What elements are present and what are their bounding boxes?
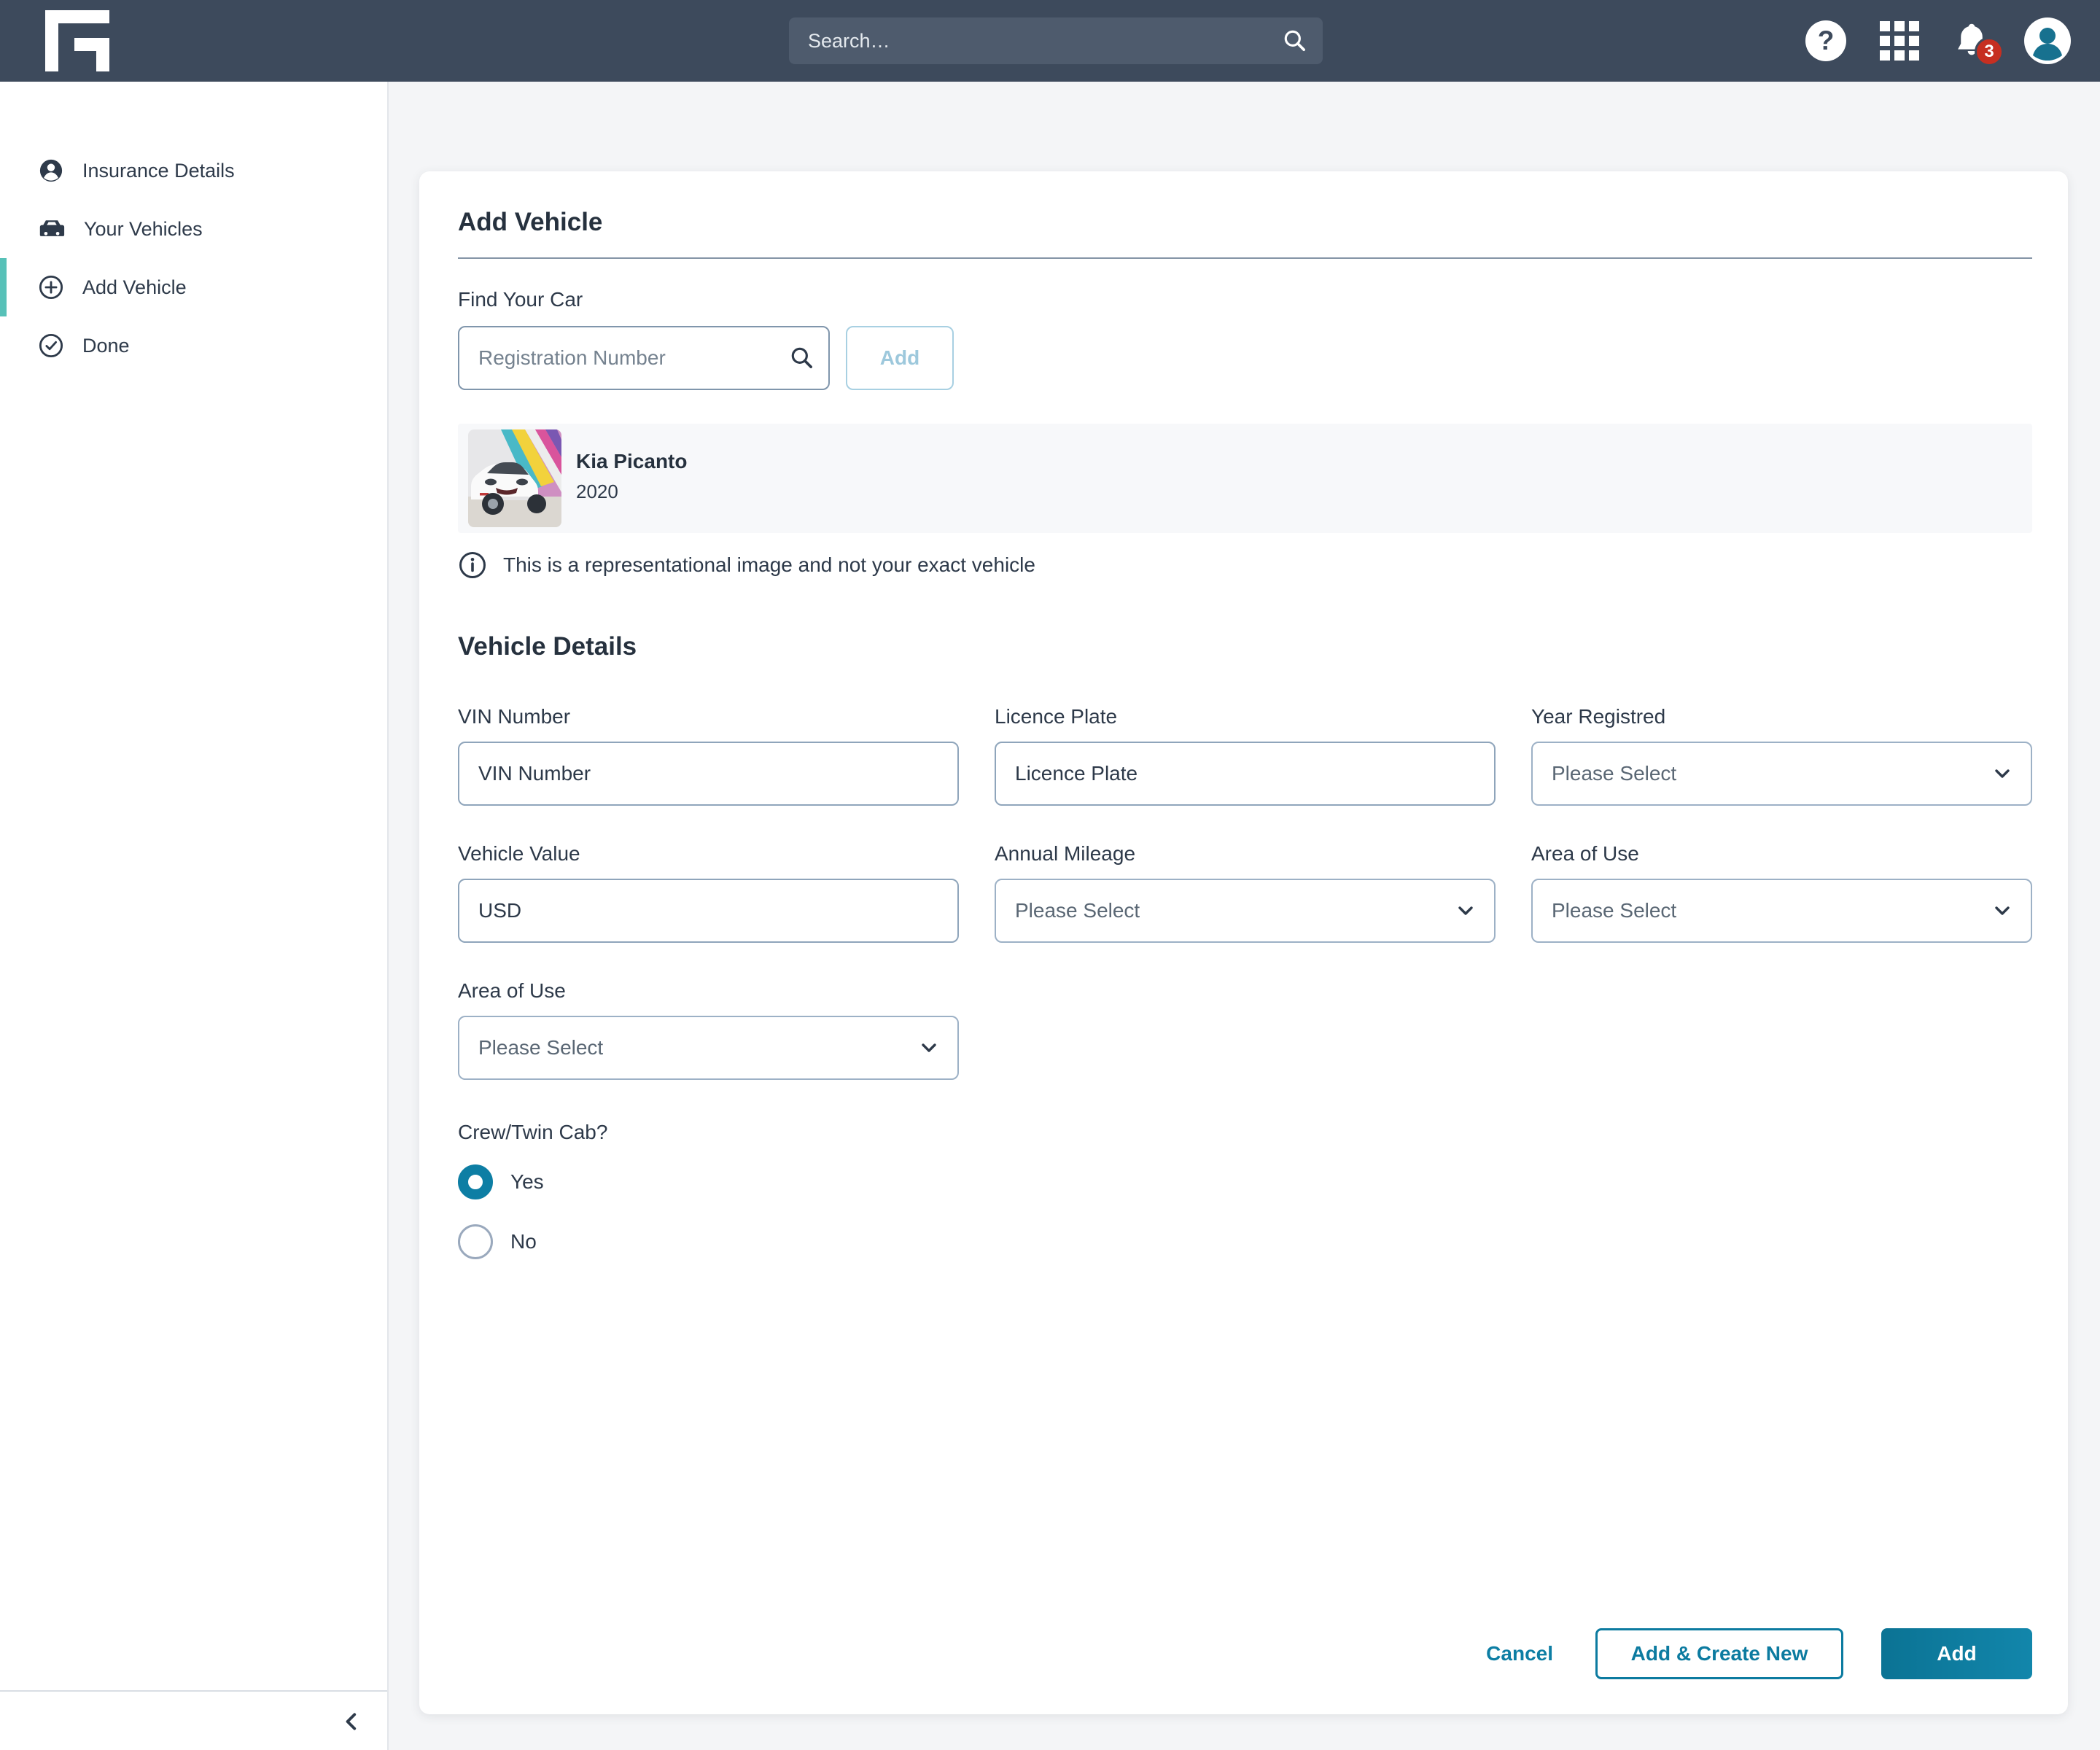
year-registered-select[interactable]: Please Select <box>1531 742 2032 806</box>
field-label: VIN Number <box>458 705 959 728</box>
top-bar: ? 3 <box>0 0 2100 82</box>
vehicle-result-item[interactable]: Kia Picanto 2020 <box>458 424 2032 533</box>
registration-number-input[interactable] <box>458 326 830 390</box>
sidebar-nav: Insurance Details Your Vehicles Add Vehi… <box>0 82 387 375</box>
notifications-button[interactable]: 3 <box>1953 20 1991 62</box>
help-icon[interactable]: ? <box>1805 20 1846 61</box>
field-year-registered: Year Registred Please Select <box>1531 705 2032 806</box>
add-vehicle-card: Add Vehicle Find Your Car Add <box>419 171 2068 1714</box>
chevron-left-icon <box>341 1711 363 1732</box>
vehicle-year: 2020 <box>576 481 687 503</box>
sidebar-footer <box>0 1690 387 1750</box>
crew-twin-cab-label: Crew/Twin Cab? <box>458 1121 2032 1144</box>
add-button[interactable]: Add <box>1881 1628 2032 1679</box>
field-label: Year Registred <box>1531 705 2032 728</box>
check-circle-icon <box>39 333 63 358</box>
field-licence-plate: Licence Plate <box>995 705 1496 806</box>
global-search <box>789 18 1323 64</box>
chevron-down-icon <box>1991 763 2013 785</box>
search-icon <box>789 345 815 371</box>
licence-plate-input[interactable] <box>995 742 1496 806</box>
area-of-use-select[interactable]: Please Select <box>1531 879 2032 943</box>
radio-unselected-icon[interactable] <box>458 1224 493 1259</box>
chevron-down-icon <box>1455 900 1477 922</box>
sidebar-item-add-vehicle[interactable]: Add Vehicle <box>0 258 387 316</box>
radio-option-no[interactable]: No <box>458 1224 537 1259</box>
registration-row: Add <box>458 326 2032 390</box>
sidebar-item-label: Add Vehicle <box>82 276 187 299</box>
topbar-actions: ? 3 <box>1805 0 2071 82</box>
sidebar: Insurance Details Your Vehicles Add Vehi… <box>0 82 389 1750</box>
sidebar-item-your-vehicles[interactable]: Your Vehicles <box>0 200 387 258</box>
radio-label: Yes <box>510 1170 544 1194</box>
app-logo-icon[interactable] <box>45 10 112 71</box>
add-and-create-new-button[interactable]: Add & Create New <box>1595 1628 1843 1679</box>
title-divider <box>458 257 2032 259</box>
field-label: Area of Use <box>458 979 959 1003</box>
sidebar-item-label: Insurance Details <box>82 160 235 182</box>
sidebar-item-label: Your Vehicles <box>84 218 203 241</box>
plus-circle-icon <box>39 275 63 300</box>
avatar[interactable] <box>2024 18 2071 64</box>
disclaimer-row: This is a representational image and not… <box>458 551 2032 580</box>
field-vin-number: VIN Number <box>458 705 959 806</box>
crew-twin-cab-radio-group: Yes No <box>458 1164 2032 1259</box>
page-title: Add Vehicle <box>458 206 2032 238</box>
vehicle-meta: Kia Picanto 2020 <box>576 450 687 503</box>
vehicle-details-heading: Vehicle Details <box>458 631 2032 663</box>
card-actions: Cancel Add & Create New Add <box>1482 1628 2032 1679</box>
field-area-of-use: Area of Use Please Select <box>1531 842 2032 943</box>
car-icon <box>39 218 65 240</box>
search-icon[interactable] <box>1282 28 1308 54</box>
vehicle-value-input[interactable] <box>458 879 959 943</box>
vehicle-details-form: VIN Number Licence Plate Year Registred … <box>458 705 2032 1080</box>
chevron-down-icon <box>1991 900 2013 922</box>
sidebar-item-done[interactable]: Done <box>0 316 387 375</box>
info-icon <box>458 551 487 580</box>
disclaimer-text: This is a representational image and not… <box>503 553 1035 577</box>
vehicle-name: Kia Picanto <box>576 450 687 473</box>
person-icon <box>39 158 63 183</box>
search-input[interactable] <box>789 18 1323 64</box>
collapse-sidebar-button[interactable] <box>337 1706 368 1739</box>
user-icon <box>2024 18 2071 64</box>
sidebar-item-label: Done <box>82 335 130 357</box>
radio-selected-icon[interactable] <box>458 1164 493 1199</box>
annual-mileage-select[interactable]: Please Select <box>995 879 1496 943</box>
field-label: Annual Mileage <box>995 842 1496 866</box>
sidebar-item-insurance-details[interactable]: Insurance Details <box>0 141 387 200</box>
find-car-add-button[interactable]: Add <box>846 326 954 390</box>
notification-badge: 3 <box>1975 37 2004 66</box>
radio-option-yes[interactable]: Yes <box>458 1164 544 1199</box>
field-annual-mileage: Annual Mileage Please Select <box>995 842 1496 943</box>
field-label: Vehicle Value <box>458 842 959 866</box>
area-of-use-select-2[interactable]: Please Select <box>458 1016 959 1080</box>
field-label: Area of Use <box>1531 842 2032 866</box>
find-your-car-label: Find Your Car <box>458 288 2032 311</box>
radio-label: No <box>510 1230 537 1253</box>
field-label: Licence Plate <box>995 705 1496 728</box>
field-vehicle-value: Vehicle Value <box>458 842 959 943</box>
vehicle-thumbnail <box>468 429 561 527</box>
apps-grid-icon[interactable] <box>1880 21 1919 61</box>
field-area-of-use-2: Area of Use Please Select <box>458 979 959 1080</box>
cancel-button[interactable]: Cancel <box>1482 1641 1558 1666</box>
registration-input-wrap <box>458 326 830 390</box>
chevron-down-icon <box>918 1037 940 1059</box>
vin-number-input[interactable] <box>458 742 959 806</box>
